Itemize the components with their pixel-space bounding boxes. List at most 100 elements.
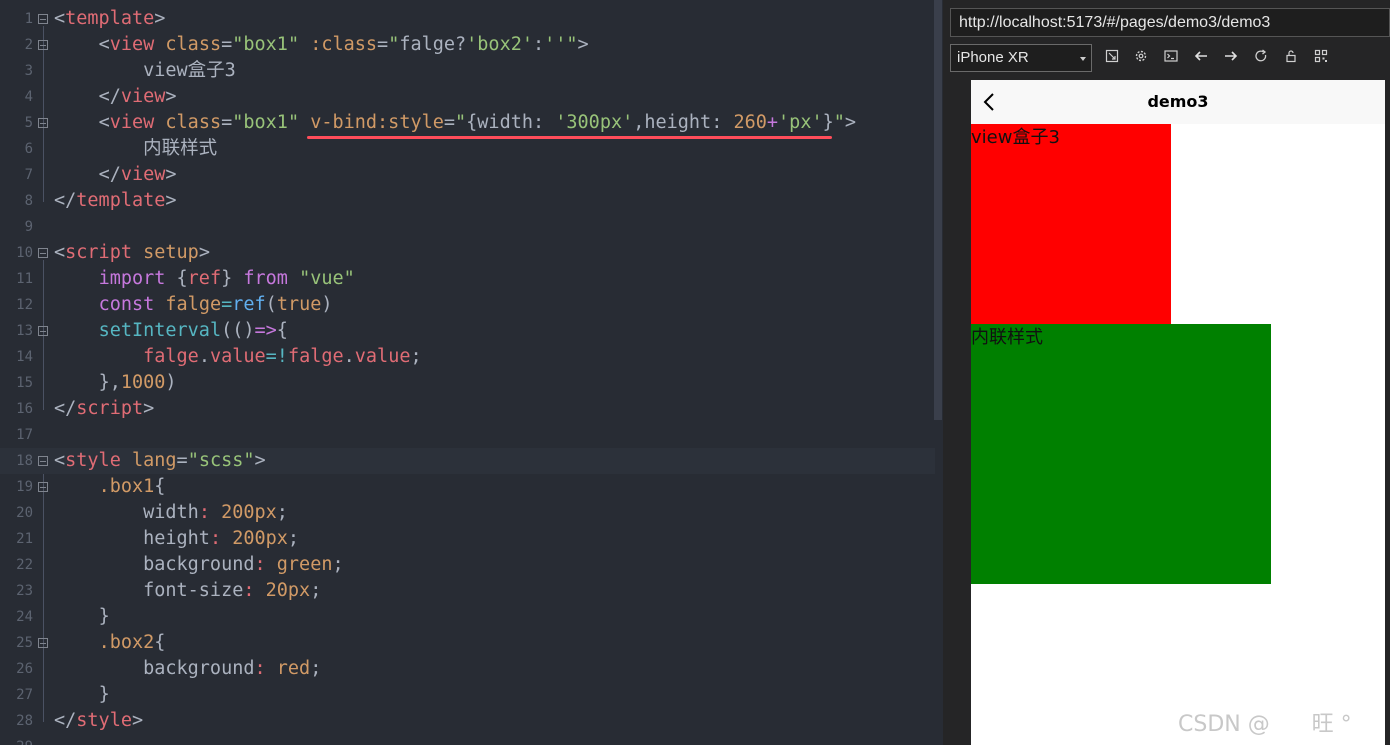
fold-toggle-icon[interactable]	[38, 638, 48, 648]
line-number: 27	[16, 687, 33, 703]
back-chevron-icon[interactable]	[983, 92, 997, 112]
reload-icon[interactable]	[1252, 49, 1270, 67]
code-line[interactable]: 19 .box1{	[0, 474, 935, 500]
code-text: </view>	[98, 164, 177, 185]
code-text: <style lang="scss">	[54, 450, 266, 471]
code-text: width: 200px;	[143, 502, 288, 523]
editor-scrollbar[interactable]	[934, 0, 942, 420]
fold-toggle-icon[interactable]	[38, 248, 48, 258]
code-line[interactable]: 14 falge.value=!falge.value;	[0, 344, 935, 370]
line-number: 23	[16, 583, 33, 599]
code-text: 内联样式	[143, 138, 218, 159]
line-number: 12	[16, 297, 33, 313]
code-text: height: 200px;	[143, 528, 300, 549]
code-line[interactable]: 20 width: 200px;	[0, 500, 935, 526]
line-number: 21	[16, 531, 33, 547]
code-line[interactable]: 17	[0, 422, 935, 448]
code-text: },1000)	[98, 372, 177, 393]
code-line[interactable]: 4 </view>	[0, 84, 935, 110]
line-number: 8	[24, 193, 33, 209]
code-line[interactable]: 13 setInterval(()=>{	[0, 318, 935, 344]
code-text: .box1{	[98, 476, 166, 497]
line-number: 4	[24, 89, 33, 105]
line-number: 17	[16, 427, 33, 443]
line-number: 3	[24, 63, 33, 79]
fold-toggle-icon[interactable]	[38, 40, 48, 50]
console-icon[interactable]	[1162, 49, 1180, 67]
rotate-icon[interactable]	[1103, 49, 1121, 67]
code-line[interactable]: 24 }	[0, 604, 935, 630]
code-line[interactable]: 28 </style>	[0, 708, 935, 734]
code-line[interactable]: 27 }	[0, 682, 935, 708]
line-number: 16	[16, 401, 33, 417]
code-line[interactable]: 26 background: red;	[0, 656, 935, 682]
qr-code-icon[interactable]	[1312, 49, 1330, 67]
forward-arrow-icon[interactable]	[1222, 49, 1240, 67]
line-number: 29	[0, 734, 33, 745]
nav-bar: demo3	[971, 80, 1385, 124]
code-text: setInterval(()=>{	[98, 320, 288, 341]
code-line[interactable]: 29	[0, 734, 935, 745]
line-number: 24	[16, 609, 33, 625]
code-text: view盒子3	[143, 60, 236, 81]
line-number: 18	[16, 453, 33, 469]
code-line[interactable]: 15 },1000)	[0, 370, 935, 396]
line-number: 10	[16, 245, 33, 261]
fold-toggle-icon[interactable]	[38, 14, 48, 24]
box-red: view盒子3	[971, 124, 1171, 324]
code-line[interactable]: 6 内联样式	[0, 136, 935, 162]
code-text: </template>	[54, 190, 177, 211]
code-line[interactable]: 9	[0, 214, 935, 240]
chevron-down-icon	[1080, 57, 1086, 61]
url-input[interactable]: http://localhost:5173/#/pages/demo3/demo…	[950, 8, 1390, 37]
line-number: 11	[16, 271, 33, 287]
line-number: 25	[16, 635, 33, 651]
watermark: CSDN @ 旺 °	[1178, 712, 1352, 737]
code-line[interactable]: 1 <template>	[0, 6, 935, 32]
fold-toggle-icon[interactable]	[38, 118, 48, 128]
code-line[interactable]: 8 </template>	[0, 188, 935, 214]
code-line[interactable]: 16 </script>	[0, 396, 935, 422]
line-number: 22	[16, 557, 33, 573]
code-line[interactable]: 3 view盒子3	[0, 58, 935, 84]
code-line[interactable]: 23 font-size: 20px;	[0, 578, 935, 604]
device-viewport: demo3 view盒子3 内联样式	[971, 80, 1385, 745]
code-line[interactable]: 12 const falge=ref(true)	[0, 292, 935, 318]
line-number: 5	[24, 115, 33, 131]
code-line[interactable]: 22 background: green;	[0, 552, 935, 578]
code-text: falge.value=!falge.value;	[143, 346, 422, 367]
code-text: <template>	[54, 8, 166, 29]
code-text: <script setup>	[54, 242, 210, 263]
box-green-text: 内联样式	[971, 327, 1043, 348]
line-number: 15	[16, 375, 33, 391]
device-select[interactable]: iPhone XR	[950, 44, 1092, 72]
line-number: 13	[16, 323, 33, 339]
code-text: </script>	[54, 398, 155, 419]
fold-toggle-icon[interactable]	[38, 482, 48, 492]
code-text: import {ref} from "vue"	[98, 268, 355, 289]
line-number: 9	[24, 219, 33, 235]
code-line[interactable]: 5 <view class="box1" v-bind:style="{widt…	[0, 110, 935, 136]
code-line-active[interactable]: 18 <style lang="scss">	[0, 448, 935, 474]
line-number: 6	[24, 141, 33, 157]
code-line[interactable]: 7 </view>	[0, 162, 935, 188]
code-line[interactable]: 21 height: 200px;	[0, 526, 935, 552]
code-text: }	[98, 684, 110, 705]
box-green: 内联样式	[971, 324, 1271, 584]
code-editor[interactable]: 1 <template> 2 <view class="box1" :class…	[0, 0, 943, 745]
line-number: 1	[24, 11, 33, 27]
line-number: 7	[24, 167, 33, 183]
code-line[interactable]: 25 .box2{	[0, 630, 935, 656]
box-red-text: view盒子3	[971, 127, 1060, 148]
back-arrow-icon[interactable]	[1192, 49, 1210, 67]
code-text: </style>	[54, 710, 144, 731]
code-line[interactable]: 11 import {ref} from "vue"	[0, 266, 935, 292]
fold-toggle-icon[interactable]	[38, 326, 48, 336]
code-line[interactable]: 2 <view class="box1" :class="falge?'box2…	[0, 32, 935, 58]
fold-toggle-icon[interactable]	[38, 456, 48, 466]
unlock-icon[interactable]	[1282, 49, 1300, 67]
code-text: <view class="box1" v-bind:style="{width:…	[98, 112, 857, 133]
line-number: 14	[16, 349, 33, 365]
code-line[interactable]: 10 <script setup>	[0, 240, 935, 266]
settings-icon[interactable]	[1132, 49, 1150, 67]
